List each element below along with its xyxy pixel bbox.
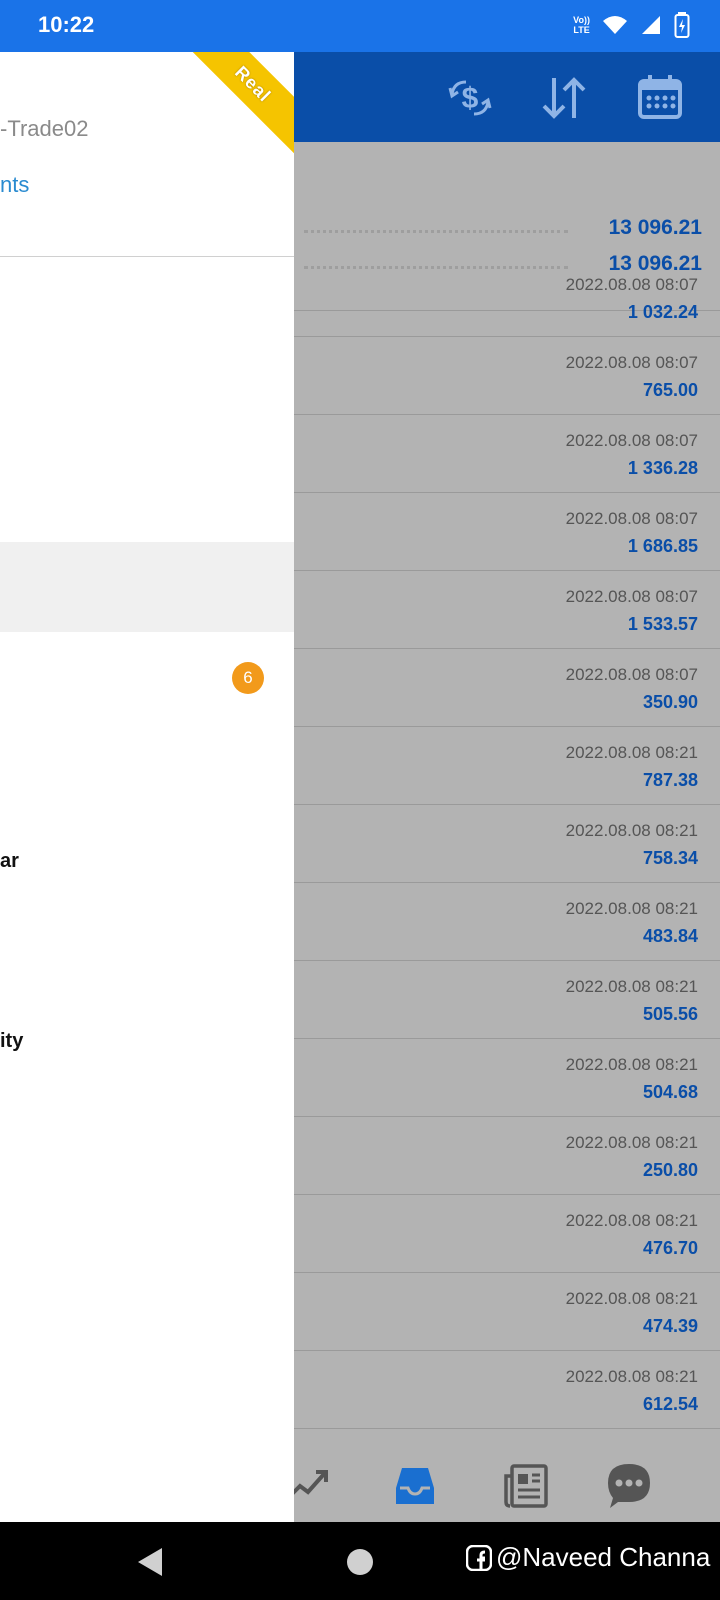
history-time: 2022.08.08 08:07 [565, 431, 698, 450]
status-icons: Vo)) LTE [573, 12, 690, 38]
history-time: 2022.08.08 08:07 [565, 587, 698, 606]
history-row[interactable]: 2022.08.08 08:07 1 686.85 [294, 493, 720, 571]
watermark: @Naveed Channa [466, 1542, 710, 1573]
history-row[interactable]: 2022.08.08 08:07 1 336.28 [294, 415, 720, 493]
history-row[interactable]: 2022.08.08 08:07 1 533.57 [294, 571, 720, 649]
account-server: -Trade02 [0, 116, 89, 141]
chat-icon[interactable] [604, 1460, 654, 1510]
history-time: 2022.08.08 08:07 [565, 509, 698, 528]
drawer-item-label[interactable]: ar [0, 850, 19, 873]
history-time: 2022.08.08 08:21 [565, 977, 698, 996]
news-icon[interactable] [502, 1460, 552, 1510]
history-row[interactable]: 2022.08.08 08:21 758.34 [294, 805, 720, 883]
status-bar: 10:22 Vo)) LTE [0, 0, 720, 52]
history-amount: 612.54 [642, 1394, 698, 1414]
notification-badge: 6 [232, 662, 264, 694]
system-navigation-bar: @Naveed Channa [0, 1522, 720, 1600]
volte-icon: Vo)) LTE [573, 15, 590, 35]
drawer-item-label[interactable]: ity [0, 1030, 23, 1053]
history-row[interactable]: 2022.08.08 08:07 350.90 [294, 649, 720, 727]
home-icon[interactable] [346, 1548, 374, 1576]
history-amount: 1 686.85 [627, 536, 698, 556]
history-time: 2022.08.08 08:21 [565, 1211, 698, 1230]
drawer-divider [0, 256, 294, 257]
history-amount: 1 336.28 [627, 458, 698, 478]
history-amount: 787.38 [642, 770, 698, 790]
history-amount: 1 032.24 [627, 302, 698, 322]
facebook-icon [466, 1544, 492, 1571]
history-amount: 505.56 [642, 1004, 698, 1024]
history-time: 2022.08.08 08:07 [565, 275, 698, 294]
history-time: 2022.08.08 08:07 [565, 665, 698, 684]
summary-row: 13 096.21 [304, 212, 702, 248]
calendar-icon[interactable] [634, 72, 686, 124]
history-row[interactable]: 2022.08.08 08:07 765.00 [294, 337, 720, 415]
history-amount: 250.80 [642, 1160, 698, 1180]
history-time: 2022.08.08 08:21 [565, 1289, 698, 1308]
history-amount: 1 533.57 [627, 614, 698, 634]
history-row[interactable]: 2022.08.08 08:07 1 032.24 [294, 259, 720, 337]
history-row[interactable]: 2022.08.08 08:21 612.54 [294, 1351, 720, 1429]
history-row[interactable]: 2022.08.08 08:21 474.39 [294, 1273, 720, 1351]
history-time: 2022.08.08 08:21 [565, 743, 698, 762]
history-time: 2022.08.08 08:21 [565, 1133, 698, 1152]
history-amount: 758.34 [642, 848, 698, 868]
signal-icon [642, 16, 660, 34]
bottom-nav [284, 1448, 720, 1522]
drawer-item-selected[interactable] [0, 542, 294, 632]
back-icon[interactable] [136, 1546, 166, 1578]
history-amount: 350.90 [642, 692, 698, 712]
history-row[interactable]: 2022.08.08 08:21 787.38 [294, 727, 720, 805]
history-time: 2022.08.08 08:21 [565, 1367, 698, 1386]
navigation-drawer: Real -Trade02 nts 6 ar ity [0, 52, 294, 1522]
history-amount: 476.70 [642, 1238, 698, 1258]
history-inbox-icon[interactable] [390, 1460, 440, 1510]
svg-text:$: $ [462, 82, 479, 115]
history-row[interactable]: 2022.08.08 08:21 504.68 [294, 1039, 720, 1117]
real-account-ribbon: Real [178, 52, 294, 159]
history-amount: 765.00 [642, 380, 698, 400]
sort-icon[interactable] [538, 72, 590, 124]
history-time: 2022.08.08 08:07 [565, 353, 698, 372]
top-toolbar: $ [294, 52, 720, 142]
history-row[interactable]: 2022.08.08 08:21 483.84 [294, 883, 720, 961]
history-row[interactable]: 2022.08.08 08:21 505.56 [294, 961, 720, 1039]
wifi-icon [603, 16, 627, 34]
status-time: 10:22 [38, 12, 95, 37]
history-time: 2022.08.08 08:21 [565, 899, 698, 918]
battery-icon [674, 12, 690, 38]
history-time: 2022.08.08 08:21 [565, 821, 698, 840]
history-row[interactable]: 2022.08.08 08:21 250.80 [294, 1117, 720, 1195]
summary-value: 13 096.21 [608, 216, 702, 239]
history-screen: $ 13 096.21 13 096.21 2022.08.08 08:07 1 … [284, 52, 720, 1522]
currency-exchange-icon[interactable]: $ [444, 72, 496, 124]
history-row[interactable]: 2022.08.08 08:21 476.70 [294, 1195, 720, 1273]
history-time: 2022.08.08 08:21 [565, 1055, 698, 1074]
history-amount: 483.84 [642, 926, 698, 946]
manage-accounts-link[interactable]: nts [0, 172, 29, 198]
history-amount: 474.39 [642, 1316, 698, 1336]
history-amount: 504.68 [642, 1082, 698, 1102]
